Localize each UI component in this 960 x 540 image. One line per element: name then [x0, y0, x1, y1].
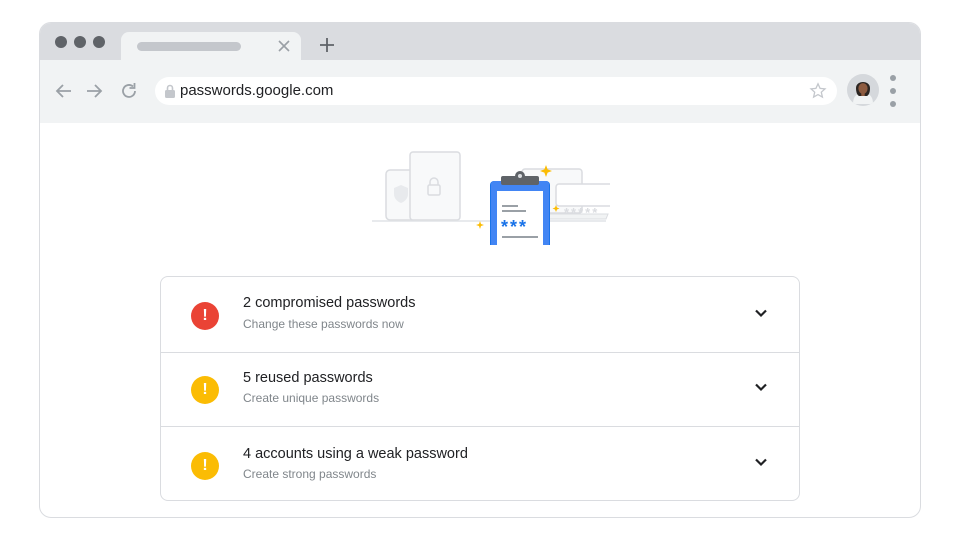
clipboard-masked-password: *** — [501, 217, 528, 237]
tab-title-placeholder — [137, 42, 241, 51]
tab-strip — [40, 23, 920, 60]
profile-avatar[interactable] — [847, 74, 879, 106]
browser-window: passwords.google.com ***** *** ! 2 compr… — [39, 22, 921, 518]
forward-icon[interactable] — [84, 81, 104, 101]
item-title: 2 compromised passwords — [243, 295, 416, 311]
window-control-dot[interactable] — [93, 36, 105, 48]
item-title: 4 accounts using a weak password — [243, 446, 468, 462]
chevron-down-icon[interactable] — [753, 305, 769, 321]
warning-icon: ! — [191, 452, 219, 480]
item-subtitle: Create strong passwords — [243, 467, 377, 481]
password-checkup-illustration: ***** *** — [372, 151, 610, 245]
chevron-down-icon[interactable] — [753, 454, 769, 470]
password-checkup-list: ! 2 compromised passwords Change these p… — [160, 276, 800, 501]
warning-icon: ! — [191, 376, 219, 404]
item-title: 5 reused passwords — [243, 370, 373, 386]
reload-icon[interactable] — [119, 81, 139, 101]
url-text: passwords.google.com — [180, 82, 334, 99]
masked-password-text: ***** — [564, 205, 599, 220]
item-subtitle: Create unique passwords — [243, 391, 380, 405]
lock-icon — [165, 84, 175, 98]
browser-tab[interactable] — [121, 32, 301, 60]
window-control-dot[interactable] — [55, 36, 67, 48]
bookmark-star-icon[interactable] — [809, 82, 827, 100]
list-item-reused[interactable]: ! 5 reused passwords Create unique passw… — [161, 353, 799, 428]
window-control-dot[interactable] — [74, 36, 86, 48]
error-icon: ! — [191, 302, 219, 330]
chevron-down-icon[interactable] — [753, 379, 769, 395]
item-subtitle: Change these passwords now — [243, 317, 404, 331]
toolbar: passwords.google.com — [40, 60, 920, 123]
new-tab-icon[interactable] — [318, 36, 336, 54]
address-bar[interactable]: passwords.google.com — [155, 77, 837, 105]
close-icon[interactable] — [276, 38, 292, 54]
list-item-compromised[interactable]: ! 2 compromised passwords Change these p… — [161, 277, 799, 352]
list-item-weak[interactable]: ! 4 accounts using a weak password Creat… — [161, 427, 799, 502]
more-menu-icon[interactable] — [889, 74, 897, 108]
back-icon[interactable] — [54, 81, 74, 101]
